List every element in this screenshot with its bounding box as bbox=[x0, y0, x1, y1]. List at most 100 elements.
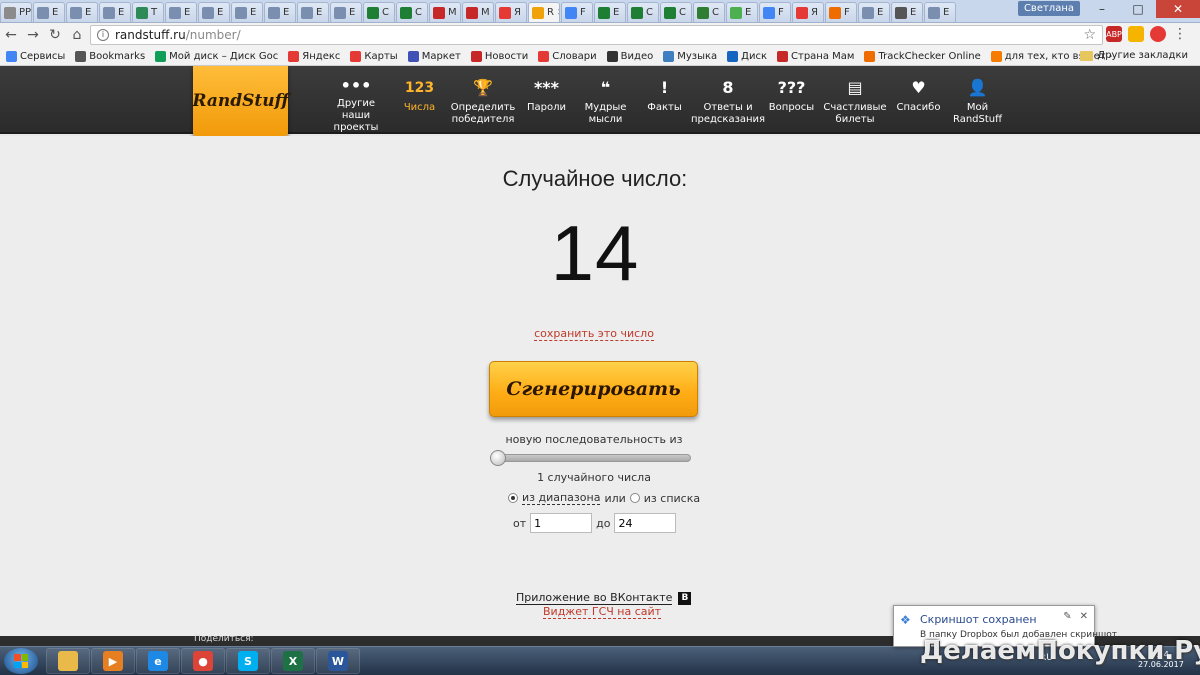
result-title: Случайное число: bbox=[502, 166, 688, 191]
site-logo[interactable]: RandStuff bbox=[192, 66, 289, 136]
browser-tab[interactable]: C bbox=[363, 2, 395, 22]
bookmark-star-icon[interactable]: ☆ bbox=[1083, 27, 1096, 43]
browser-tab[interactable]: E bbox=[297, 2, 329, 22]
info-icon[interactable]: i bbox=[97, 29, 109, 41]
browser-tab[interactable]: Я bbox=[792, 2, 824, 22]
bookmark-item[interactable]: Мой диск – Диск Goc bbox=[155, 50, 278, 62]
taskbar-word[interactable]: W bbox=[316, 648, 360, 674]
address-bar[interactable]: i randstuff.ru/number/ ☆ bbox=[90, 25, 1103, 45]
generate-button[interactable]: Сгенерировать bbox=[489, 361, 698, 417]
minimize-button[interactable]: – bbox=[1084, 0, 1120, 18]
to-input[interactable] bbox=[614, 513, 677, 533]
adblock-extension-icon[interactable]: ABP bbox=[1106, 26, 1122, 42]
browser-tab[interactable]: E bbox=[264, 2, 296, 22]
other-bookmarks[interactable]: Другие закладки bbox=[1080, 50, 1188, 61]
browser-tab[interactable]: E bbox=[33, 2, 65, 22]
browser-tab[interactable]: РР bbox=[0, 2, 32, 22]
taskbar-excel[interactable]: X bbox=[271, 648, 315, 674]
bookmark-item[interactable]: Яндекс bbox=[288, 50, 340, 62]
bookmark-item[interactable]: Словари bbox=[538, 50, 597, 62]
profile-button[interactable]: Светлана bbox=[1017, 1, 1080, 16]
widget-link[interactable]: Виджет ГСЧ на сайт bbox=[543, 605, 662, 619]
browser-tab[interactable]: C bbox=[693, 2, 725, 22]
reload-button[interactable]: ↻ bbox=[44, 27, 66, 43]
menu-item-answers[interactable]: 8 Ответы и предсказания bbox=[691, 66, 765, 134]
vk-app-label[interactable]: Приложение во ВКонтакте bbox=[516, 591, 673, 605]
bookmark-favicon-icon bbox=[727, 50, 739, 62]
slider-knob[interactable] bbox=[490, 450, 506, 466]
vk-app-link[interactable]: Приложение во ВКонтакте В bbox=[516, 591, 692, 605]
tab-label: E bbox=[118, 7, 125, 18]
browser-tab[interactable]: E bbox=[726, 2, 758, 22]
tab-close-icon[interactable]: ✕ bbox=[557, 8, 559, 18]
taskbar-internet-explorer[interactable]: e bbox=[136, 648, 180, 674]
browser-tab[interactable]: E bbox=[99, 2, 131, 22]
taskbar-media-player[interactable]: ▶ bbox=[91, 648, 135, 674]
taskbar-explorer[interactable] bbox=[46, 648, 90, 674]
bookmark-item[interactable]: Маркет bbox=[407, 50, 461, 62]
menu-item-questions[interactable]: ??? Вопросы bbox=[762, 66, 821, 134]
start-button[interactable] bbox=[4, 648, 38, 674]
browser-tab[interactable]: F bbox=[561, 2, 593, 22]
menu-item-my-randstuff[interactable]: 👤 Мой RandStuff bbox=[948, 66, 1007, 134]
browser-tab[interactable]: T bbox=[132, 2, 164, 22]
maximize-button[interactable]: □ bbox=[1120, 0, 1156, 18]
browser-tab[interactable]: R✕ bbox=[528, 2, 560, 22]
bookmark-item[interactable]: Карты bbox=[350, 50, 398, 62]
bookmark-item[interactable]: Сервисы bbox=[6, 50, 65, 62]
count-slider[interactable] bbox=[490, 450, 691, 466]
tab-favicon-icon bbox=[499, 6, 511, 19]
bookmark-item[interactable]: Bookmarks bbox=[75, 50, 146, 62]
range-option-label[interactable]: из диапазона bbox=[522, 491, 601, 505]
from-input[interactable] bbox=[530, 513, 593, 533]
settings-icon[interactable]: ✎ bbox=[1063, 611, 1071, 622]
bookmark-extension-icon[interactable] bbox=[1128, 26, 1144, 42]
taskbar-skype[interactable]: S bbox=[226, 648, 270, 674]
bookmark-item[interactable]: Новости bbox=[470, 50, 528, 62]
browser-tab[interactable]: E bbox=[924, 2, 956, 22]
browser-tab[interactable]: E bbox=[198, 2, 230, 22]
menu-item-numbers[interactable]: 123 Числа bbox=[390, 66, 449, 134]
save-number-link[interactable]: сохранить это число bbox=[534, 327, 654, 341]
chrome-menu-icon[interactable]: ⋮ bbox=[1172, 26, 1188, 42]
bookmark-item[interactable]: Видео bbox=[606, 50, 653, 62]
range-inputs: от до bbox=[513, 513, 677, 533]
browser-tab[interactable]: C bbox=[660, 2, 692, 22]
browser-tab[interactable]: E bbox=[66, 2, 98, 22]
bookmark-item[interactable]: Диск bbox=[727, 50, 767, 62]
bookmark-item[interactable]: Страна Мам bbox=[777, 50, 854, 62]
target-extension-icon[interactable] bbox=[1150, 26, 1166, 42]
close-window-button[interactable]: ✕ bbox=[1156, 0, 1200, 18]
list-radio[interactable] bbox=[629, 493, 640, 503]
browser-tab[interactable]: C bbox=[396, 2, 428, 22]
list-option-label[interactable]: из списка bbox=[644, 492, 700, 505]
bookmark-item[interactable]: Музыка bbox=[663, 50, 717, 62]
browser-tab[interactable]: E bbox=[165, 2, 197, 22]
menu-item-winner[interactable]: 🏆 Определить победителя bbox=[449, 66, 517, 134]
browser-tab[interactable]: E bbox=[231, 2, 263, 22]
menu-item-passwords[interactable]: *** Пароли bbox=[517, 66, 576, 134]
browser-tab[interactable]: C bbox=[627, 2, 659, 22]
menu-item-lucky-tickets[interactable]: ▤ Счастливые билеты bbox=[821, 66, 889, 134]
menu-item-facts[interactable]: ! Факты bbox=[635, 66, 694, 134]
close-notification-icon[interactable]: ✕ bbox=[1080, 611, 1088, 622]
browser-tab[interactable]: E bbox=[858, 2, 890, 22]
back-button[interactable]: ← bbox=[0, 27, 22, 43]
browser-tab[interactable]: E bbox=[594, 2, 626, 22]
taskbar-chrome[interactable]: ● bbox=[181, 648, 225, 674]
browser-tab[interactable]: Я bbox=[495, 2, 527, 22]
range-radio[interactable] bbox=[508, 493, 518, 503]
menu-item-more-projects[interactable]: ••• Другие наши проекты bbox=[322, 66, 390, 134]
browser-tab[interactable]: F bbox=[759, 2, 791, 22]
browser-tab[interactable]: F bbox=[825, 2, 857, 22]
bookmark-label: Bookmarks bbox=[89, 50, 146, 62]
bookmark-item[interactable]: TrackChecker Online bbox=[864, 50, 981, 62]
forward-button[interactable]: → bbox=[22, 27, 44, 43]
browser-tab[interactable]: M bbox=[462, 2, 494, 22]
menu-item-wise-thoughts[interactable]: ❝ Мудрые мысли bbox=[576, 66, 635, 134]
browser-tab[interactable]: E bbox=[330, 2, 362, 22]
menu-item-thanks[interactable]: ♥ Спасибо bbox=[889, 66, 948, 134]
browser-tab[interactable]: E bbox=[891, 2, 923, 22]
browser-tab[interactable]: M bbox=[429, 2, 461, 22]
home-button[interactable]: ⌂ bbox=[66, 27, 88, 43]
